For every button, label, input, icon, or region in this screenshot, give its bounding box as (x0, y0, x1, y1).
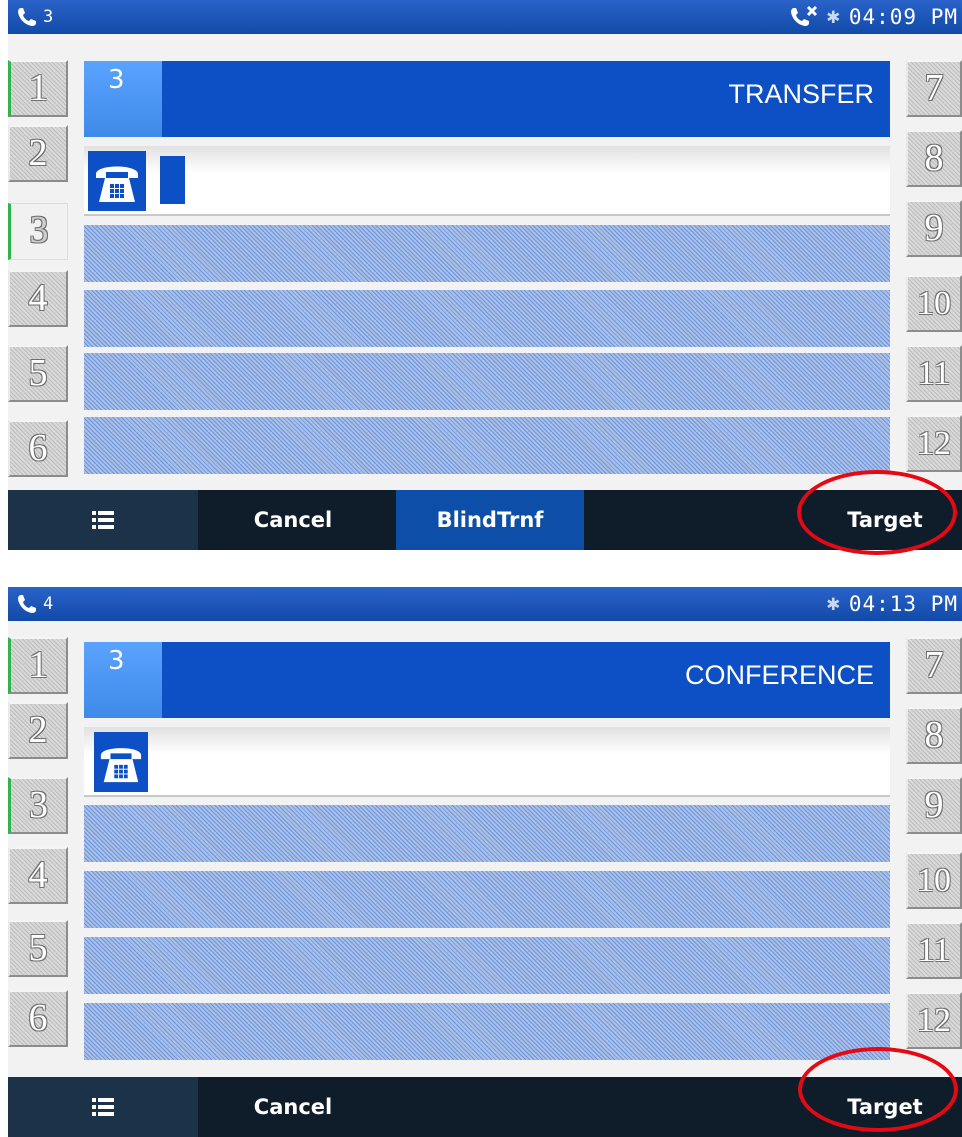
line-key-12[interactable]: 12 (906, 415, 962, 472)
cancel-softkey[interactable]: Cancel (198, 1077, 388, 1137)
line-key-1[interactable]: 1 (8, 60, 68, 117)
empty-call-slot (84, 225, 890, 282)
cancel-softkey[interactable]: Cancel (198, 490, 388, 550)
menu-list-icon (92, 1098, 114, 1116)
line-key-3[interactable]: 3 (8, 203, 68, 260)
text-cursor (160, 156, 185, 204)
empty-call-slot (84, 353, 890, 410)
phone-screen-conference: 4 ✱ 04:13 PM 1 2 3 4 5 6 7 8 9 10 11 12 … (8, 587, 962, 1137)
clock: 04:13 PM (848, 591, 958, 616)
clock: 04:09 PM (848, 4, 958, 29)
dial-input[interactable] (84, 146, 890, 216)
target-highlight-ellipse (797, 470, 957, 555)
call-mode-label: TRANSFER (728, 79, 874, 109)
empty-call-slot (84, 290, 890, 347)
line-key-5[interactable]: 5 (8, 345, 68, 402)
empty-call-slot (84, 417, 890, 474)
line-key-2[interactable]: 2 (8, 125, 68, 182)
menu-list-icon (92, 511, 114, 529)
line-key-10[interactable]: 10 (906, 852, 962, 909)
phone-screen-transfer: 3 ✱ 04:09 PM 1 2 3 4 5 6 7 8 9 10 11 12 … (8, 0, 962, 550)
line-key-4[interactable]: 4 (8, 847, 68, 904)
call-header: 3 CONFERENCE (84, 642, 890, 718)
line-key-7[interactable]: 7 (906, 60, 962, 117)
status-right: ✱ 04:13 PM (827, 591, 958, 616)
call-header: 3 TRANSFER (84, 61, 890, 137)
active-lines-count: 4 (43, 594, 54, 614)
line-key-10[interactable]: 10 (906, 275, 962, 332)
active-lines-count: 3 (43, 7, 54, 27)
line-key-12[interactable]: 12 (906, 992, 962, 1049)
line-key-8[interactable]: 8 (906, 707, 962, 764)
line-key-5[interactable]: 5 (8, 920, 68, 977)
line-key-6[interactable]: 6 (8, 990, 68, 1047)
bluetooth-icon: ✱ (826, 591, 841, 616)
line-key-11[interactable]: 11 (906, 345, 962, 402)
empty-call-slot (84, 871, 890, 928)
handset-icon (18, 595, 36, 613)
bluetooth-icon: ✱ (826, 4, 841, 29)
line-key-9[interactable]: 9 (906, 200, 962, 257)
status-bar: 4 ✱ 04:13 PM (8, 587, 962, 621)
desk-phone-icon (88, 151, 146, 211)
call-line-number: 3 (84, 61, 162, 137)
target-highlight-ellipse (798, 1047, 958, 1132)
line-key-2[interactable]: 2 (8, 702, 68, 759)
line-key-6[interactable]: 6 (8, 420, 68, 477)
call-line-number: 3 (84, 642, 162, 718)
blind-transfer-softkey[interactable]: BlindTrnf (396, 490, 584, 550)
line-count: 4 (16, 593, 53, 615)
desk-phone-icon (94, 732, 148, 792)
line-key-3[interactable]: 3 (8, 777, 68, 834)
empty-call-slot (84, 937, 890, 994)
line-key-1[interactable]: 1 (8, 637, 68, 694)
handset-icon (18, 8, 36, 26)
menu-softkey[interactable] (8, 490, 198, 550)
line-count: 3 (16, 6, 53, 28)
empty-call-slot (84, 805, 890, 862)
menu-softkey[interactable] (8, 1077, 198, 1137)
status-right: ✱ 04:09 PM (789, 4, 958, 29)
line-key-11[interactable]: 11 (906, 922, 962, 979)
status-bar: 3 ✱ 04:09 PM (8, 0, 962, 34)
dial-input[interactable] (84, 727, 890, 797)
line-key-9[interactable]: 9 (906, 777, 962, 834)
missed-call-icon (790, 5, 817, 26)
line-key-7[interactable]: 7 (906, 637, 962, 694)
line-key-8[interactable]: 8 (906, 130, 962, 187)
call-mode-label: CONFERENCE (684, 660, 874, 690)
line-key-4[interactable]: 4 (8, 270, 68, 327)
empty-call-slot (84, 1003, 890, 1060)
